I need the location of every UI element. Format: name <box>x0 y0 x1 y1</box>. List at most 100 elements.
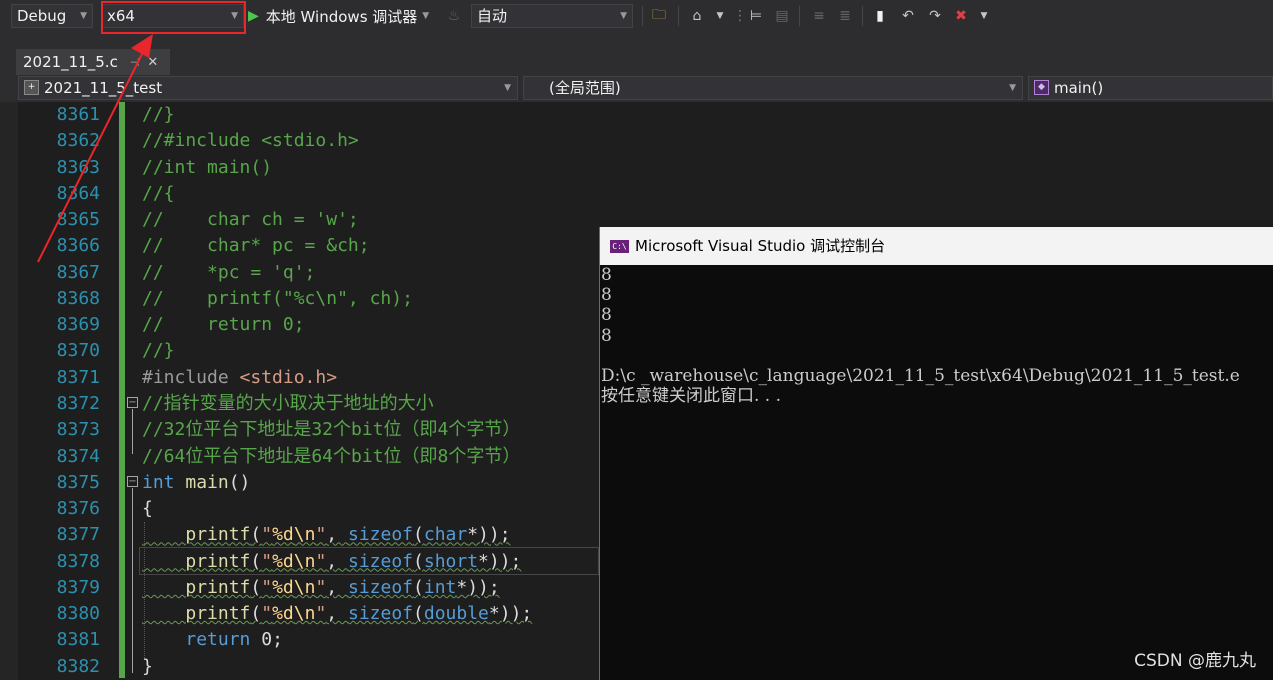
code-line[interactable]: int main() <box>142 470 250 496</box>
chevron-down-icon[interactable]: ▼ <box>709 5 731 27</box>
chevron-down-icon: ▼ <box>504 83 511 93</box>
line-number: 8371 <box>56 366 100 388</box>
code-line[interactable]: //指针变量的大小取决于地址的大小 <box>142 391 434 417</box>
document-tab-strip: 2021_11_5.c ⊣ ✕ <box>0 33 1273 75</box>
scope-value: (全局范围) <box>549 79 621 97</box>
code-line[interactable]: //64位平台下地址是64个bit位（即8个字节） <box>142 444 520 470</box>
tab-title: 2021_11_5.c <box>23 53 118 71</box>
indent-icon[interactable]: ▤ <box>771 5 793 27</box>
code-line[interactable]: // return 0; <box>142 312 305 338</box>
line-number: 8366 <box>56 235 100 257</box>
code-line[interactable]: return 0; <box>142 627 283 653</box>
member-dropdown[interactable]: ◆ main() <box>1028 76 1273 100</box>
hot-reload-icon[interactable]: ♨ <box>443 5 465 27</box>
code-line[interactable]: //} <box>142 338 175 364</box>
toggle-comment-icon[interactable]: ⊨ <box>745 5 767 27</box>
prev-bookmark-icon[interactable]: ↶ <box>897 5 919 27</box>
line-number: 8382 <box>56 655 100 677</box>
editor-left-margin <box>0 102 18 680</box>
clear-bookmark-icon[interactable]: ✖ <box>950 5 972 27</box>
line-number-gutter: 8361 8362 8363 8364 8365 8366 8367 8368 8369 8370… <box>18 102 112 680</box>
toolbar-separator <box>799 6 800 26</box>
console-output-line: 按任意键关闭此窗口. . . <box>601 386 782 407</box>
console-app-icon: C:\ <box>610 240 629 253</box>
code-line[interactable]: //{ <box>142 181 175 207</box>
toolbar-separator <box>678 6 679 26</box>
tab-2021-11-5-c[interactable]: 2021_11_5.c ⊣ ✕ <box>16 49 170 75</box>
code-line[interactable]: printf("%d\n", sizeof(char*)); <box>142 522 510 548</box>
line-number: 8379 <box>56 576 100 598</box>
project-icon: + <box>24 80 39 95</box>
console-title: Microsoft Visual Studio 调试控制台 <box>635 237 886 255</box>
line-number: 8367 <box>56 261 100 283</box>
console-output-line: D:\c _warehouse\c_language\2021_11_5_tes… <box>601 366 1240 386</box>
collapse-toggle-icon[interactable]: − <box>127 397 138 408</box>
outline-guide <box>132 409 133 454</box>
console-title-bar[interactable]: C:\ Microsoft Visual Studio 调试控制台 <box>600 227 1273 265</box>
run-label: 本地 Windows 调试器 <box>265 7 418 26</box>
line-number: 8365 <box>56 209 100 231</box>
chevron-down-icon[interactable]: ▼ <box>422 11 429 21</box>
console-output-line: 8 <box>601 265 612 285</box>
play-icon: ▶ <box>248 8 259 24</box>
code-line[interactable]: printf("%d\n", sizeof(double*)); <box>142 601 532 627</box>
code-line[interactable]: //} <box>142 102 175 128</box>
function-icon: ◆ <box>1034 80 1049 95</box>
configuration-dropdown[interactable]: Debug ▼ <box>11 4 93 28</box>
code-line[interactable]: } <box>142 654 153 680</box>
code-line[interactable]: { <box>142 496 153 522</box>
line-number: 8372 <box>56 392 100 414</box>
collapse-toggle-icon[interactable]: − <box>127 476 138 487</box>
line-number: 8375 <box>56 471 100 493</box>
folder-search-icon[interactable]: 🗀 <box>648 5 670 27</box>
outdent-icon[interactable]: ≡ <box>808 5 830 27</box>
pin-icon[interactable]: ⊣ <box>130 56 140 69</box>
change-tracking-bar <box>119 102 125 678</box>
project-dropdown[interactable]: +2021_11_5_test ▼ <box>18 76 518 100</box>
line-number: 8381 <box>56 629 100 651</box>
code-line[interactable]: // *pc = 'q'; <box>142 260 315 286</box>
console-output-line: 8 <box>601 285 612 306</box>
line-number: 8364 <box>56 182 100 204</box>
project-value: 2021_11_5_test <box>44 79 163 97</box>
line-number: 8376 <box>56 498 100 520</box>
chevron-down-icon: ▼ <box>80 11 87 21</box>
console-output: 8 8 8 8 D:\c _warehouse\c_language\2021_11_5… <box>600 265 1273 680</box>
home-icon[interactable]: ⌂ <box>686 5 708 27</box>
line-number: 8377 <box>56 524 100 546</box>
bookmark-icon[interactable]: ▮ <box>869 5 891 27</box>
configuration-value: Debug <box>17 7 67 25</box>
code-line[interactable]: #include <stdio.h> <box>142 365 337 391</box>
close-icon[interactable]: ✕ <box>147 55 158 70</box>
annotation-highlight-box <box>101 1 246 34</box>
code-line[interactable]: printf("%d\n", sizeof(short*)); <box>142 549 521 575</box>
solution-config-dropdown[interactable]: 自动 ▼ <box>471 4 633 28</box>
code-line[interactable]: // char* pc = &ch; <box>142 233 370 259</box>
code-line[interactable]: //#include <stdio.h> <box>142 128 359 154</box>
watermark: CSDN @鹿九丸 <box>1134 651 1256 671</box>
line-number: 8373 <box>56 419 100 441</box>
start-debugging-button[interactable]: ▶ 本地 Windows 调试器 ▼ <box>248 4 429 28</box>
line-number: 8368 <box>56 287 100 309</box>
code-line[interactable]: //32位平台下地址是32个bit位（即4个字节） <box>142 417 520 443</box>
member-value: main() <box>1054 79 1104 97</box>
chevron-down-icon: ▼ <box>620 11 627 21</box>
chevron-down-icon[interactable]: ▼ <box>973 5 995 27</box>
code-line[interactable]: printf("%d\n", sizeof(int*)); <box>142 575 499 601</box>
line-number: 8362 <box>56 130 100 152</box>
line-number: 8370 <box>56 340 100 362</box>
outline-guide <box>132 488 133 673</box>
chevron-down-icon: ▼ <box>1009 83 1016 93</box>
uncomment-icon[interactable]: ≣ <box>834 5 856 27</box>
code-line[interactable]: // printf("%c\n", ch); <box>142 286 413 312</box>
line-number: 8374 <box>56 445 100 467</box>
code-line[interactable]: // char ch = 'w'; <box>142 207 359 233</box>
code-line[interactable]: //int main() <box>142 155 272 181</box>
line-number: 8380 <box>56 603 100 625</box>
debug-console-window[interactable]: C:\ Microsoft Visual Studio 调试控制台 8 8 8 8 D:… <box>599 227 1273 680</box>
line-number: 8361 <box>56 104 100 125</box>
next-bookmark-icon[interactable]: ↷ <box>924 5 946 27</box>
scope-dropdown[interactable]: (全局范围) ▼ <box>523 76 1023 100</box>
toolbar-separator <box>642 6 643 26</box>
console-output-line: 8 <box>601 305 612 326</box>
